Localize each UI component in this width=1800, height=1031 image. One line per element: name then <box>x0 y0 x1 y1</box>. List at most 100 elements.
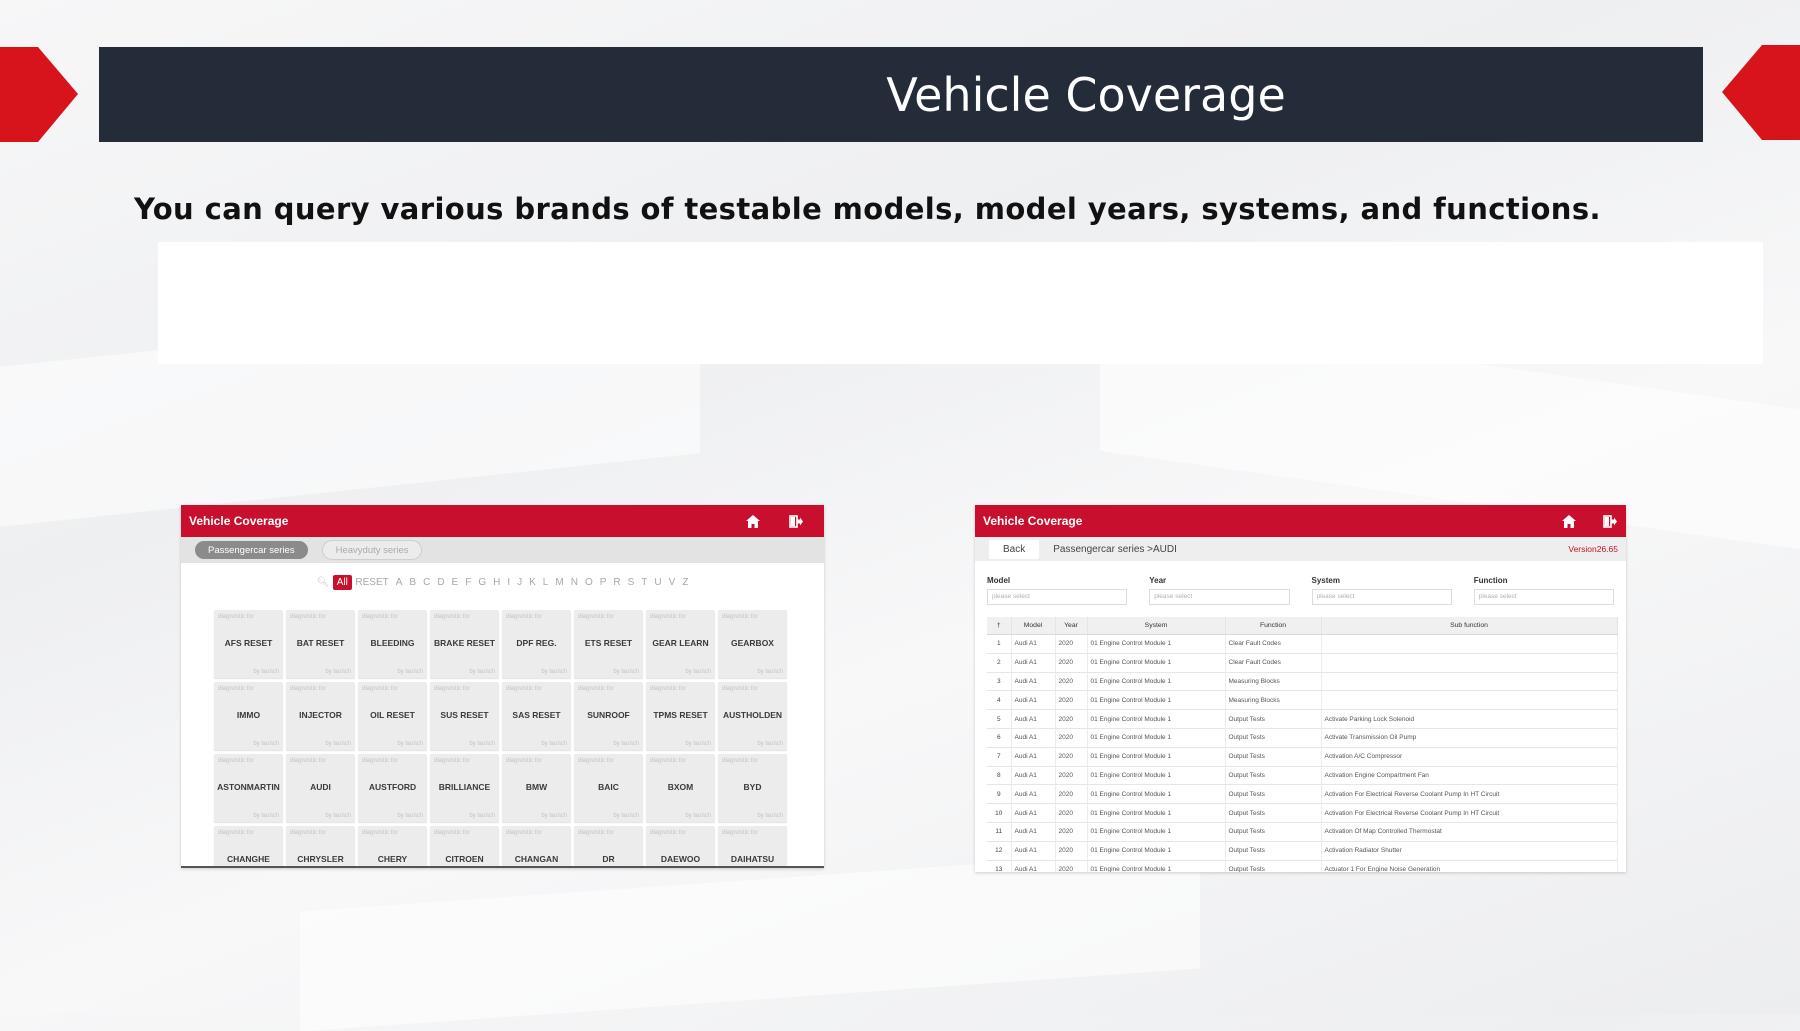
table-cell: 2020 <box>1055 766 1088 786</box>
column-header[interactable]: † <box>987 617 1012 635</box>
tile-caption-bottom: by launch <box>325 669 351 675</box>
alpha-filter-letter[interactable]: L <box>539 577 552 588</box>
app-header: Vehicle Coverage <box>975 505 1626 537</box>
table-cell: Output Tests <box>1225 728 1322 748</box>
coverage-tile[interactable]: diagnostic for BAT RESET by launch <box>286 610 355 678</box>
table-row[interactable]: 12 Audi A1 2020 01 Engine Control Module 1O… <box>987 841 1618 861</box>
column-header[interactable]: System <box>1087 617 1226 635</box>
table-row[interactable]: 10 Audi A1 2020 01 Engine Control Module 1O… <box>987 803 1618 823</box>
search-icon[interactable]: 🔍︎ <box>313 577 333 588</box>
coverage-tile[interactable]: diagnostic for BRAKE RESET by launch <box>430 610 499 678</box>
function-select[interactable]: please select <box>1473 589 1614 605</box>
alpha-filter-letter[interactable]: V <box>665 577 679 588</box>
exit-icon[interactable] <box>785 510 807 532</box>
coverage-tile[interactable]: diagnostic for AFS RESET by launch <box>214 610 283 678</box>
table-row[interactable]: 7 Audi A1 2020 01 Engine Control Module 1 Ou… <box>987 747 1618 767</box>
coverage-tile[interactable]: diagnostic for BMW by launch <box>502 754 571 822</box>
table-row[interactable]: 2 Audi A1 2020 01 Engine Control Module 1 Cl… <box>987 653 1618 673</box>
tab-passengercar-series[interactable]: Passengercar series <box>195 541 308 559</box>
alpha-filter-letter[interactable]: H <box>490 577 504 588</box>
table-row[interactable]: 13 Audi A1 2020 01 Engine Control Module 1O… <box>987 860 1618 872</box>
coverage-tile[interactable]: diagnostic forDAIHATSUby launch <box>718 826 787 868</box>
alpha-filter-all[interactable]: All <box>332 574 352 590</box>
coverage-tile[interactable]: diagnostic for OIL RESET by launch <box>358 682 427 750</box>
table-cell: Output Tests <box>1225 803 1322 823</box>
coverage-tile[interactable]: diagnostic for SAS RESET by launch <box>502 682 571 750</box>
column-header[interactable]: Function <box>1225 617 1322 635</box>
table-row[interactable]: 5 Audi A1 2020 01 Engine Control Module 1 Ou… <box>987 709 1618 729</box>
coverage-tile[interactable]: diagnostic for BLEEDING by launch <box>358 610 427 678</box>
tab-heavyduty-series[interactable]: Heavyduty series <box>321 540 423 560</box>
alpha-filter-letter[interactable]: I <box>504 577 514 588</box>
model-select[interactable]: please select <box>987 589 1128 605</box>
app-title: Vehicle Coverage <box>189 514 289 528</box>
coverage-tile[interactable]: diagnostic forDRby launch <box>574 826 643 868</box>
coverage-tile[interactable]: diagnostic for BRILLIANCE by launch <box>430 754 499 822</box>
coverage-tile[interactable]: diagnostic forDAEWOOby launch <box>646 826 715 868</box>
coverage-tile[interactable]: diagnostic for INJECTOR by launch <box>286 682 355 750</box>
exit-icon[interactable] <box>1599 510 1621 532</box>
coverage-tile[interactable]: diagnostic for AUDI by launch <box>286 754 355 822</box>
coverage-tile[interactable]: diagnostic for TPMS RESET by launch <box>646 682 715 750</box>
table-cell: 10 <box>987 803 1012 823</box>
coverage-tile[interactable]: diagnostic forCHRYSLERby launch <box>286 826 355 868</box>
table-row[interactable]: 11 Audi A1 2020 01 Engine Control Module 1O… <box>987 822 1618 842</box>
alpha-filter-letter[interactable]: M <box>552 577 567 588</box>
alpha-filter-letter[interactable]: N <box>567 577 581 588</box>
table-cell: 01 Engine Control Module 1 <box>1087 766 1226 786</box>
column-header[interactable]: Year <box>1055 617 1088 635</box>
alpha-filter-letter[interactable]: K <box>526 577 540 588</box>
column-header[interactable]: Sub function <box>1321 617 1618 635</box>
coverage-tile[interactable]: diagnostic forCHERYby launch <box>358 826 427 868</box>
alpha-filter-letter[interactable]: U <box>651 577 665 588</box>
coverage-tile[interactable]: diagnostic for IMMO by launch <box>214 682 283 750</box>
coverage-tile[interactable]: diagnostic forCHANGHEby launch <box>214 826 283 868</box>
coverage-tile[interactable]: diagnostic for SUNROOF by launch <box>574 682 643 750</box>
tile-caption-bottom: by launch <box>397 741 423 747</box>
table-row[interactable]: 9 Audi A1 2020 01 Engine Control Module 1 Ou… <box>987 784 1618 805</box>
coverage-tile[interactable]: diagnostic for BAIC by launch <box>574 754 643 822</box>
back-button[interactable]: Back <box>989 539 1040 559</box>
coverage-tile[interactable]: diagnostic for ASTONMARTIN by launch <box>214 754 283 822</box>
table-row[interactable]: 8 Audi A1 2020 01 Engine Control Module 1 Ou… <box>987 766 1618 786</box>
tile-name: INJECTOR <box>299 710 342 720</box>
table-cell: 01 Engine Control Module 1 <box>1087 634 1226 654</box>
alpha-filter-letter[interactable]: E <box>448 577 462 588</box>
coverage-tile[interactable]: diagnostic for DPF REG. by launch <box>502 610 571 678</box>
table-row[interactable]: 6 Audi A1 2020 01 Engine Control Module 1 Ou… <box>987 728 1618 748</box>
year-select[interactable]: please select <box>1149 589 1290 605</box>
alpha-filter-letter[interactable]: S <box>624 577 638 588</box>
alpha-filter-reset[interactable]: RESET <box>352 577 392 588</box>
table-row[interactable]: 4 Audi A1 2020 01 Engine Control Module 1 Me… <box>987 690 1618 711</box>
alpha-filter-letter[interactable]: F <box>462 577 475 588</box>
column-header[interactable]: Model <box>1011 617 1056 635</box>
coverage-tile[interactable]: diagnostic forCHANGANby launch <box>502 826 571 868</box>
alpha-filter-letter[interactable]: D <box>434 577 448 588</box>
alpha-filter-letter[interactable]: J <box>514 577 526 588</box>
coverage-tile[interactable]: diagnostic forCITROENby launch <box>430 826 499 868</box>
alpha-filter-letter[interactable]: R <box>610 577 624 588</box>
year-filter-label: Year <box>1149 576 1167 585</box>
coverage-tile[interactable]: diagnostic for GEAR LEARN by launch <box>646 610 715 678</box>
alpha-filter-letter[interactable]: T <box>638 577 651 588</box>
home-icon[interactable] <box>742 510 764 532</box>
coverage-tile[interactable]: diagnostic for AUSTHOLDEN by launch <box>718 682 787 750</box>
table-row[interactable]: 3 Audi A1 2020 01 Engine Control Module 1 Me… <box>987 672 1618 692</box>
alpha-filter-letter[interactable]: P <box>596 577 610 588</box>
vehicle-coverage-brand-window: Vehicle Coverage Passengercar series Hea… <box>181 505 824 868</box>
home-icon[interactable] <box>1558 510 1580 532</box>
alpha-filter-letter[interactable]: C <box>420 577 434 588</box>
coverage-tile[interactable]: diagnostic for GEARBOX by launch <box>718 610 787 678</box>
coverage-tile[interactable]: diagnostic for AUSTFORD by launch <box>358 754 427 822</box>
coverage-tile[interactable]: diagnostic for BXOM by launch <box>646 754 715 822</box>
coverage-tile[interactable]: diagnostic for BYD by launch <box>718 754 787 822</box>
system-select[interactable]: please select <box>1311 589 1452 605</box>
alpha-filter-letter[interactable]: G <box>475 577 490 588</box>
alpha-filter-letter[interactable]: O <box>581 577 596 588</box>
table-row[interactable]: 1 Audi A1 2020 01 Engine Control Module 1 Cl… <box>987 634 1618 654</box>
alpha-filter-letter[interactable]: A <box>392 577 406 588</box>
alpha-filter-letter[interactable]: B <box>406 577 420 588</box>
alpha-filter-letter[interactable]: Z <box>679 577 692 588</box>
coverage-tile[interactable]: diagnostic for ETS RESET by launch <box>574 610 643 678</box>
coverage-tile[interactable]: diagnostic for SUS RESET by launch <box>430 682 499 750</box>
